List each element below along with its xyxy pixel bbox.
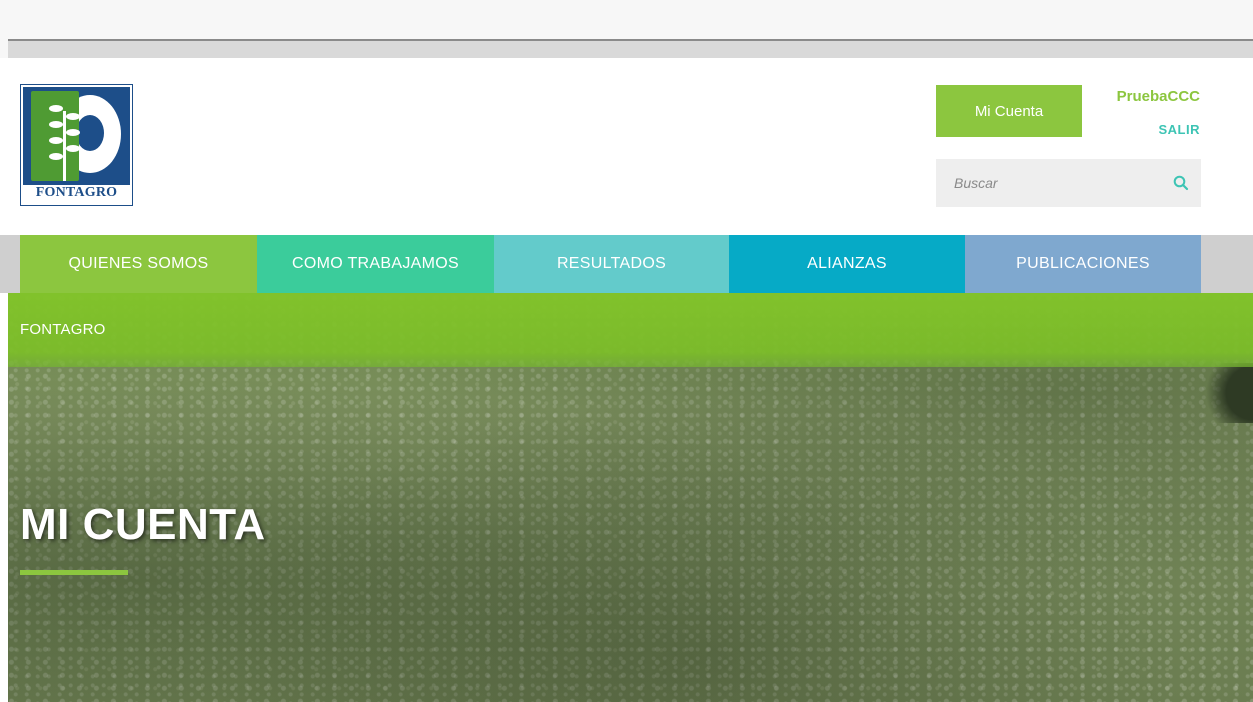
main-navigation: QUIENES SOMOS COMO TRABAJAMOS RESULTADOS… [0,235,1253,293]
my-account-button[interactable]: Mi Cuenta [936,85,1082,137]
leaf-shape [49,105,63,112]
leaf-shape [66,145,80,152]
nav-item-alianzas[interactable]: ALIANZAS [729,235,965,293]
top-utility-strip [0,0,1253,58]
gear-center [76,115,104,151]
leaf-shape [49,121,63,128]
logo-wordmark: FONTAGRO [35,185,118,200]
leaf-shape [49,153,63,160]
nav-item-resultados[interactable]: RESULTADOS [494,235,729,293]
nav-item-como-trabajamos[interactable]: COMO TRABAJAMOS [257,235,494,293]
wheat-icon [31,91,80,181]
leaf-shape [49,137,63,144]
fontagro-logo[interactable]: FONTAGRO [20,84,133,206]
search-input[interactable] [936,159,1161,207]
site-header: FONTAGRO Mi Cuenta PruebaCCC SALIR [0,58,1253,235]
wheat-stem [63,111,66,181]
search-box [936,159,1201,207]
page-title: MI CUENTA [20,500,266,549]
nav-item-publicaciones[interactable]: PUBLICACIONES [965,235,1201,293]
breadcrumb-band [8,293,1253,367]
leaf-shape [66,113,80,120]
hero-banner: FONTAGRO MI CUENTA [8,293,1253,702]
utility-bar [8,39,1253,58]
breadcrumb-home-link[interactable]: FONTAGRO [20,321,105,338]
nav-item-quienes-somos[interactable]: QUIENES SOMOS [20,235,257,293]
logout-link[interactable]: SALIR [1159,122,1201,137]
hero-image-detail [1193,363,1253,423]
username-link[interactable]: PruebaCCC [1117,88,1200,105]
search-button[interactable] [1161,159,1201,207]
search-icon [1173,175,1189,191]
title-underline [20,570,128,575]
leaf-shape [66,129,80,136]
